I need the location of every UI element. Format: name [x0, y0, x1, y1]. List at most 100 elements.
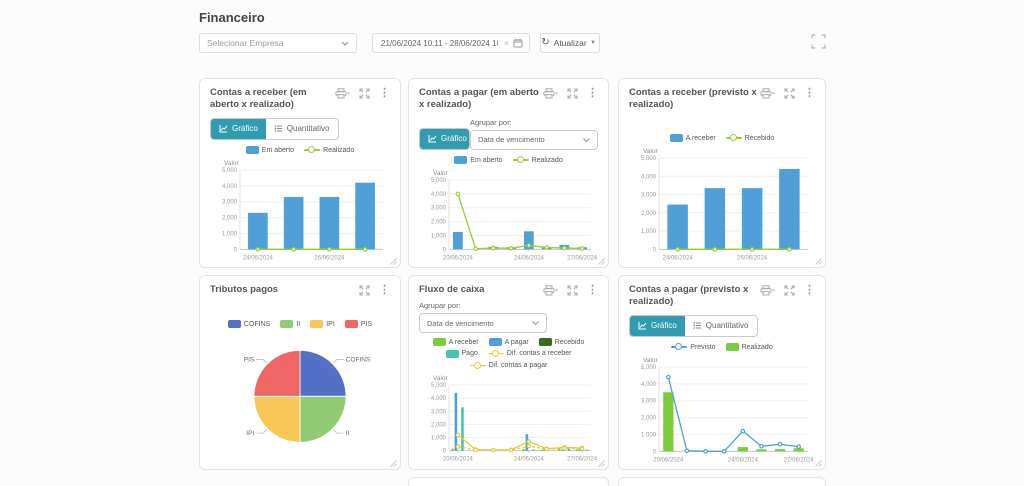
tab-quantitativo[interactable]: Quantitativo	[266, 119, 338, 139]
expand-icon[interactable]	[784, 88, 795, 99]
caret-down-icon: ▼	[590, 40, 596, 46]
chart-legend: Previsto Realizado	[629, 343, 815, 352]
svg-text:24/06/2024: 24/06/2024	[514, 457, 545, 463]
expand-icon[interactable]	[567, 88, 578, 99]
svg-text:0: 0	[653, 247, 657, 253]
company-select[interactable]: Selecionar Empresa	[199, 33, 357, 53]
panel-title: Fluxo de caixa	[419, 284, 485, 295]
expand-icon[interactable]	[359, 88, 370, 99]
groupby-select-value: Data de vencimento	[427, 318, 494, 328]
export-print-icon[interactable]	[760, 88, 775, 99]
legend-item[interactable]: Pago	[445, 349, 478, 358]
panel-title: Contas a receber (previsto x realizado)	[629, 87, 757, 111]
svg-text:1,000: 1,000	[641, 229, 657, 235]
legend-swatch-bar	[488, 338, 502, 347]
expand-icon[interactable]	[784, 285, 795, 296]
legend-item[interactable]: Previsto	[671, 343, 716, 352]
tab-grafico[interactable]: Gráfico	[420, 128, 469, 149]
legend-swatch-bar	[344, 320, 358, 329]
kebab-menu-icon[interactable]: ⋮	[587, 88, 598, 99]
legend-item[interactable]: Recebido	[725, 134, 774, 143]
legend-item[interactable]: Recebido	[538, 338, 584, 347]
svg-text:20/06/2024: 20/06/2024	[443, 255, 474, 261]
resize-handle-icon[interactable]	[814, 257, 822, 265]
export-print-icon[interactable]	[335, 88, 350, 99]
legend-item[interactable]: Realizado	[725, 343, 773, 352]
legend-swatch-bar	[310, 320, 324, 329]
svg-text:PIS: PIS	[244, 357, 255, 364]
svg-text:2,000: 2,000	[431, 219, 447, 225]
legend-label: Dif. contas a receber	[506, 350, 572, 358]
legend-item[interactable]: Realizado	[304, 146, 354, 155]
clear-date-icon[interactable]: ×	[504, 38, 509, 48]
tab-grafico[interactable]: Gráfico	[211, 118, 266, 139]
legend-item[interactable]: Dif. contas a receber	[487, 349, 572, 358]
page-fullscreen-icon[interactable]	[811, 34, 826, 49]
refresh-button[interactable]: ↻ Atualizar	[540, 33, 588, 53]
legend-label: II	[296, 320, 301, 328]
legend-swatch-line	[725, 134, 742, 143]
kebab-menu-icon[interactable]: ⋮	[587, 285, 598, 296]
legend-item[interactable]: PIS	[344, 320, 372, 329]
kebab-menu-icon[interactable]: ⋮	[804, 285, 815, 296]
page-title: Financeiro	[199, 10, 265, 25]
kebab-menu-icon[interactable]: ⋮	[379, 285, 390, 296]
legend-item[interactable]: Em aberto	[454, 156, 503, 165]
kebab-menu-icon[interactable]: ⋮	[379, 88, 390, 99]
calendar-icon[interactable]	[513, 38, 523, 48]
expand-icon[interactable]	[359, 285, 370, 296]
legend-label: A receber	[448, 338, 479, 346]
groupby-select[interactable]: Data de vencimento	[419, 313, 547, 334]
legend-item[interactable]: II	[280, 320, 301, 329]
export-print-icon[interactable]	[543, 88, 558, 99]
svg-text:1,000: 1,000	[641, 432, 657, 438]
bar-chart: Valor 0 1,000 2,000 3,000 4,000 5,000 24/06/202…	[222, 160, 383, 261]
kebab-menu-icon[interactable]: ⋮	[804, 88, 815, 99]
company-select-placeholder: Selecionar Empresa	[207, 38, 284, 48]
tab-quantitativo-label: Quantitativo	[705, 321, 749, 331]
legend-item[interactable]: Dif. contas a pagar	[469, 361, 547, 370]
svg-text:Valor: Valor	[643, 148, 659, 155]
expand-icon[interactable]	[567, 285, 578, 296]
chart-legend: Em aberto Realizado	[210, 146, 390, 155]
legend-item[interactable]: Em aberto	[245, 146, 294, 155]
legend-item[interactable]: A receber	[432, 338, 479, 347]
tab-grafico-label: Gráfico	[232, 124, 258, 134]
legend-item[interactable]: A receber	[669, 134, 716, 143]
groupby-select[interactable]: Data de vencimento	[470, 129, 598, 150]
chevron-down-icon	[532, 321, 539, 326]
view-toggle: Gráfico Quantitativo	[629, 314, 758, 337]
tab-quantitativo[interactable]: Quantitativo	[685, 316, 757, 336]
date-range-input[interactable]	[379, 37, 500, 49]
svg-text:3,000: 3,000	[641, 398, 657, 404]
legend-item[interactable]: IPI	[310, 320, 335, 329]
legend-label: Realizado	[741, 343, 773, 351]
legend-swatch-line	[487, 349, 504, 358]
legend-item[interactable]: Realizado	[512, 156, 563, 165]
export-print-icon[interactable]	[543, 285, 558, 296]
resize-handle-icon[interactable]	[597, 257, 605, 265]
legend-item[interactable]: COFINS	[227, 320, 270, 329]
svg-text:Valor: Valor	[433, 375, 449, 382]
panel-contas-pagar-em-aberto: Contas a pagar (em aberto x realizado) ⋮…	[408, 78, 609, 268]
resize-handle-icon[interactable]	[814, 459, 822, 467]
legend-swatch-line	[512, 156, 529, 165]
svg-text:2,000: 2,000	[431, 423, 447, 429]
date-range-picker[interactable]: ×	[372, 33, 530, 53]
svg-text:0: 0	[234, 247, 238, 253]
svg-text:3,000: 3,000	[431, 410, 447, 416]
chart-icon	[638, 321, 647, 330]
panel-title: Contas a pagar (em aberto x realizado)	[419, 87, 539, 111]
refresh-options-button[interactable]: ▼	[587, 33, 600, 53]
resize-handle-icon[interactable]	[389, 257, 397, 265]
export-print-icon[interactable]	[760, 285, 775, 296]
resize-handle-icon[interactable]	[597, 459, 605, 467]
legend-label: A receber	[685, 134, 716, 142]
tab-grafico[interactable]: Gráfico	[630, 315, 685, 336]
chart-legend: Em aberto Realizado	[419, 156, 598, 165]
resize-handle-icon[interactable]	[389, 459, 397, 467]
legend-item[interactable]: A pagar	[488, 338, 529, 347]
svg-text:Valor: Valor	[433, 170, 449, 177]
chart-legend: A receber Recebido	[629, 134, 815, 143]
svg-text:4,000: 4,000	[431, 396, 447, 402]
